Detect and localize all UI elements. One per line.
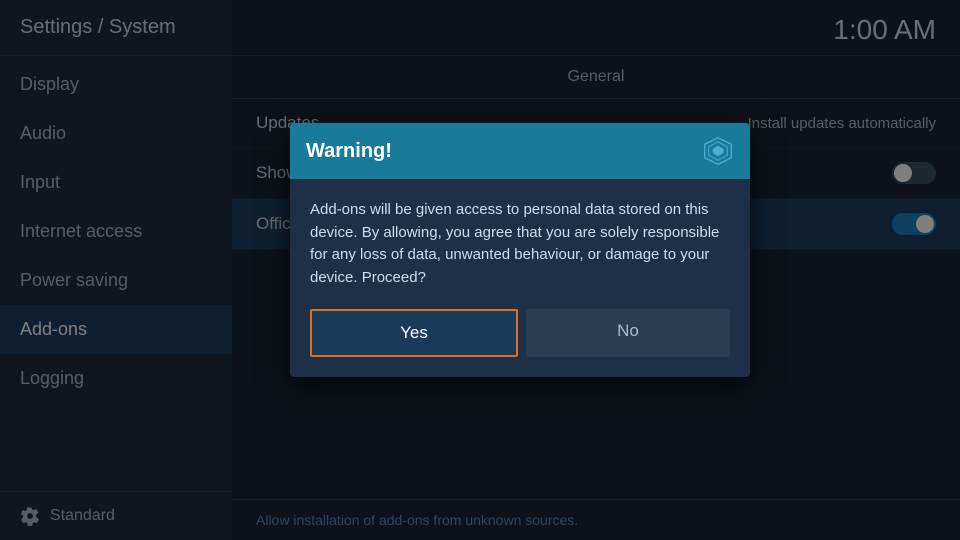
kodi-logo-icon <box>702 135 734 167</box>
dialog-header: Warning! <box>290 123 750 179</box>
dialog-overlay: Warning! Add-ons will be given access to… <box>0 0 960 540</box>
dialog-buttons: Yes No <box>290 305 750 377</box>
no-button[interactable]: No <box>526 309 730 357</box>
yes-button[interactable]: Yes <box>310 309 518 357</box>
warning-dialog: Warning! Add-ons will be given access to… <box>290 123 750 377</box>
dialog-title: Warning! <box>306 140 392 163</box>
dialog-body: Add-ons will be given access to personal… <box>290 179 750 305</box>
